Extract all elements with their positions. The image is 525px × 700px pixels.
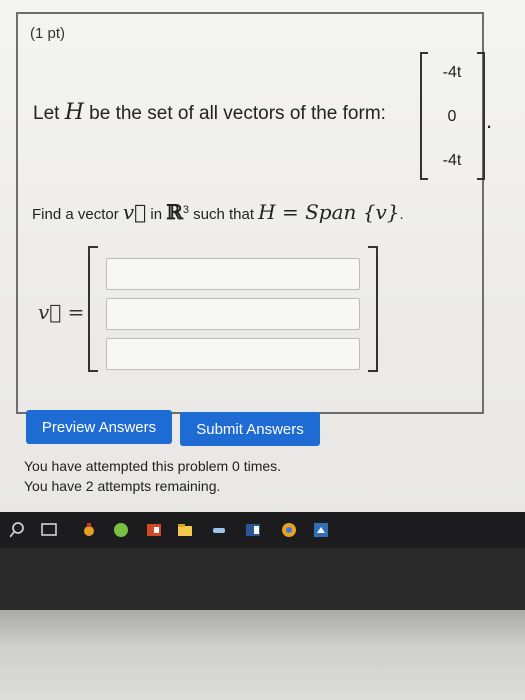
problem-points: (1 pt) bbox=[30, 25, 66, 42]
prompt-suffix: be the set of all vectors of the form: bbox=[83, 103, 386, 124]
pinned-app-icon[interactable] bbox=[312, 521, 330, 539]
answer-input-2[interactable] bbox=[106, 298, 360, 330]
vector-entry-1: -4t bbox=[442, 64, 462, 81]
chrome-icon[interactable] bbox=[280, 521, 298, 539]
prompt-prefix: Let bbox=[33, 103, 65, 124]
find-in: in bbox=[146, 206, 167, 223]
answer-left-bracket bbox=[88, 246, 98, 372]
answer-right-bracket bbox=[368, 246, 378, 372]
edge-icon[interactable] bbox=[210, 521, 228, 539]
vector-entry-2: 0 bbox=[447, 108, 457, 125]
powerpoint-icon[interactable] bbox=[145, 521, 163, 539]
vector-entry-3: -4t bbox=[442, 152, 462, 169]
attempts-remaining-text: You have 2 attempts remaining. bbox=[24, 478, 221, 494]
app-icon[interactable] bbox=[80, 521, 98, 539]
set-variable: H bbox=[64, 100, 84, 125]
form-vector: -4t 0 -4t bbox=[420, 52, 485, 182]
find-such: such that bbox=[188, 206, 259, 223]
vector-v-symbol: v⃗ bbox=[122, 200, 147, 224]
word-icon[interactable] bbox=[244, 521, 262, 539]
browser-icon[interactable] bbox=[112, 521, 130, 539]
answer-input-1[interactable] bbox=[106, 258, 360, 290]
span-equation: H = Span {v} bbox=[258, 200, 400, 224]
desk-surface bbox=[0, 610, 525, 700]
find-period: . bbox=[399, 206, 404, 223]
submit-answers-button[interactable]: Submit Answers bbox=[180, 412, 320, 446]
windows-taskbar bbox=[0, 512, 525, 548]
right-bracket bbox=[477, 52, 485, 180]
find-prefix: Find a vector bbox=[32, 206, 123, 223]
answer-vector-label: v⃗ = bbox=[38, 300, 85, 324]
browser-viewport: (1 pt) Let H be the set of all vectors o… bbox=[0, 0, 525, 520]
real-space-symbol: ℝ bbox=[166, 200, 183, 224]
left-bracket bbox=[420, 52, 428, 180]
attempts-count-text: You have attempted this problem 0 times. bbox=[24, 458, 282, 474]
task-view-icon[interactable] bbox=[40, 521, 58, 539]
find-vector-instruction: Find a vector v⃗ in ℝ3 such that H = Spa… bbox=[32, 200, 404, 224]
preview-answers-button[interactable]: Preview Answers bbox=[26, 410, 172, 444]
statement-period: . bbox=[486, 108, 493, 133]
file-explorer-icon[interactable] bbox=[176, 521, 194, 539]
search-icon[interactable] bbox=[10, 521, 28, 539]
problem-statement: Let H be the set of all vectors of the f… bbox=[33, 100, 386, 125]
monitor-bezel bbox=[0, 548, 525, 610]
answer-input-3[interactable] bbox=[106, 338, 360, 370]
